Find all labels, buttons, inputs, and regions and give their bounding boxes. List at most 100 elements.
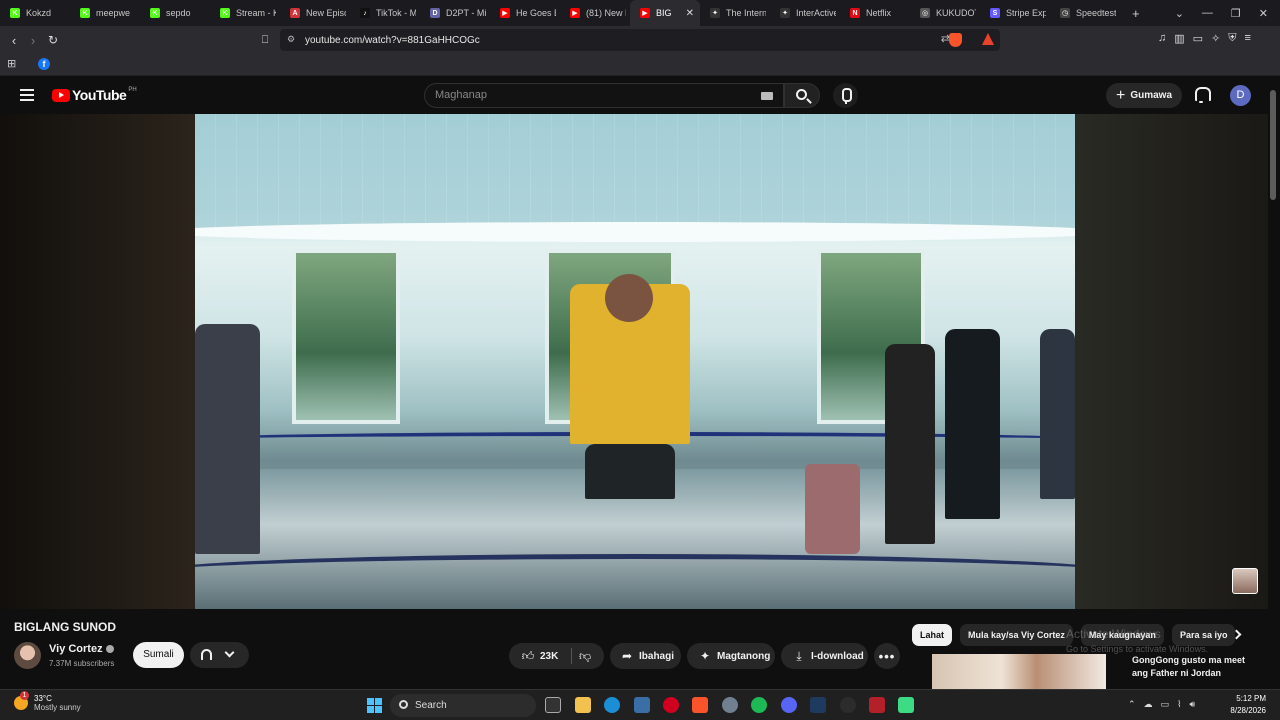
reload-icon[interactable]: ↻ <box>43 30 63 50</box>
tab-list-chevron-icon[interactable]: ⌄ <box>1175 7 1184 20</box>
ask-button[interactable]: ✦ Magtanong <box>687 643 775 669</box>
more-actions-button[interactable]: ••• <box>874 643 900 669</box>
browser-tab[interactable]: A New Episo <box>280 0 350 26</box>
tab-favicon-icon: K <box>150 8 160 18</box>
tab-title: KUKUDOT <box>936 8 976 18</box>
notifications-bell-icon[interactable] <box>1194 87 1211 103</box>
weather-widget[interactable]: 1 33°C Mostly sunny <box>14 691 81 712</box>
wallet-icon[interactable]: ▭ <box>1193 32 1203 45</box>
browser-tab[interactable]: ♪ TikTok - M <box>350 0 420 26</box>
notepad-icon[interactable] <box>898 697 914 713</box>
temperature: 33°C <box>34 694 52 703</box>
url-text: youtube.com/watch?v=881GaHHCOGc <box>305 34 480 46</box>
browser-tab[interactable]: ▶ He Goes B <box>490 0 560 26</box>
store-icon[interactable] <box>634 697 650 713</box>
spotify-icon[interactable] <box>751 697 767 713</box>
video-person-right-2 <box>945 329 1000 519</box>
brave-shield-icon[interactable] <box>949 33 962 47</box>
site-info-icon[interactable]: ⚙ <box>287 34 295 45</box>
new-tab-plus-icon[interactable]: + <box>1132 6 1140 21</box>
brave-rewards-icon[interactable] <box>982 33 994 45</box>
channel-name[interactable]: Viy Cortez <box>49 643 114 655</box>
download-button[interactable]: ⤓ I-download <box>781 643 868 669</box>
video-frame[interactable] <box>195 114 1075 609</box>
thumbs-down-icon[interactable]: 👎︎ <box>579 649 591 664</box>
vscode-icon[interactable] <box>810 697 826 713</box>
browser-tab[interactable]: ▶ (81) New F <box>560 0 630 26</box>
volume-icon[interactable]: 🔊︎ <box>1189 699 1195 710</box>
recommended-video-thumbnail[interactable] <box>932 654 1106 689</box>
sidebar-toggle-icon[interactable]: ▥ <box>1174 32 1184 45</box>
close-tab-icon[interactable]: ✕ <box>686 8 694 19</box>
vpn-icon[interactable]: ⛨ <box>1228 32 1236 45</box>
filter-chip[interactable]: Lahat <box>912 624 953 646</box>
dota-icon[interactable] <box>869 697 885 713</box>
keyboard-icon[interactable] <box>761 92 773 100</box>
search-input[interactable]: Maghanap <box>424 83 784 108</box>
channel-avatar[interactable] <box>14 642 41 669</box>
subscription-bell-button[interactable] <box>190 642 249 668</box>
leo-ai-icon[interactable]: ✧ <box>1211 32 1220 45</box>
voice-search-mic-icon[interactable] <box>833 83 858 108</box>
player-channel-watermark[interactable] <box>1232 568 1258 594</box>
video-person-shorts <box>585 444 675 499</box>
forward-arrow-icon[interactable]: › <box>23 30 43 50</box>
thumbs-up-icon[interactable]: 👍︎ <box>521 649 535 664</box>
tab-favicon-icon: ◎ <box>920 8 930 18</box>
task-view-icon[interactable] <box>545 697 561 713</box>
page-scrollbar-thumb[interactable] <box>1270 90 1276 200</box>
browser-tab[interactable]: ✦ InterActive <box>770 0 840 26</box>
browser-tab[interactable]: Ksepdo <box>140 0 210 26</box>
create-button[interactable]: + Gumawa <box>1106 83 1182 108</box>
join-button[interactable]: Sumali <box>133 642 184 668</box>
file-explorer-icon[interactable] <box>575 697 591 713</box>
taskbar-search-label: Search <box>415 700 447 711</box>
minimize-icon[interactable]: — <box>1202 7 1213 19</box>
youtube-logo[interactable]: YouTube PH <box>52 87 137 103</box>
tray-overflow-chevron-icon[interactable]: ⌃ <box>1128 699 1136 710</box>
opera-icon[interactable] <box>663 697 679 713</box>
browser-tab[interactable]: S Stripe Exp <box>980 0 1050 26</box>
browser-tab[interactable]: K Stream - K <box>210 0 280 26</box>
network-icon[interactable]: ☁ <box>1144 699 1153 710</box>
tab-favicon-icon: ✦ <box>780 8 790 18</box>
share-button[interactable]: ➦ Ibahagi <box>610 643 681 669</box>
tab-title: He Goes B <box>516 8 556 18</box>
browser-tab[interactable]: D D2PT - Mi <box>420 0 490 26</box>
taskbar-search[interactable]: Search <box>390 694 536 717</box>
url-field[interactable]: ⚙ youtube.com/watch?v=881GaHHCOGc ⇄ <box>280 29 1000 51</box>
close-window-icon[interactable]: ✕ <box>1259 7 1268 20</box>
media-icon[interactable]: ♫ <box>1158 32 1166 45</box>
menu-hamburger-icon[interactable] <box>20 89 34 101</box>
browser-tab[interactable]: ✦ The Intern <box>700 0 770 26</box>
wifi-icon[interactable]: ⌇ <box>1177 699 1181 710</box>
settings-gear-icon[interactable] <box>722 697 738 713</box>
browser-tab[interactable]: K Kokzd <box>0 0 70 26</box>
browser-tab[interactable]: Kmeepwe <box>70 0 140 26</box>
like-count[interactable]: 23K <box>540 651 558 662</box>
facebook-bookmark-icon[interactable]: f <box>38 58 50 70</box>
display-icon[interactable]: ▭ <box>1161 699 1170 710</box>
clock[interactable]: 5:12 PM 8/28/2026 <box>1230 693 1266 717</box>
start-windows-icon[interactable] <box>367 698 382 713</box>
browser-tab[interactable]: ◎ KUKUDOT <box>910 0 980 26</box>
menu-icon[interactable]: ≡ <box>1245 32 1251 45</box>
browser-tab[interactable]: ▶ BIG ✕ <box>630 0 700 26</box>
filter-chip[interactable]: Mula kay/sa Viy Cortez <box>960 624 1073 646</box>
browser-tab[interactable]: N Netflix <box>840 0 910 26</box>
video-player[interactable] <box>0 114 1268 609</box>
back-arrow-icon[interactable]: ‹ <box>4 30 24 50</box>
brave-icon[interactable] <box>692 697 708 713</box>
restore-icon[interactable]: ❐ <box>1231 7 1241 20</box>
player-letterbox-left <box>0 114 195 609</box>
browser-tab[interactable]: ◷ Speedtest <box>1050 0 1120 26</box>
bookmark-icon[interactable]: ⎕ <box>255 30 275 50</box>
search-button[interactable] <box>784 83 820 108</box>
account-avatar[interactable]: D <box>1230 85 1251 106</box>
recommended-video-title[interactable]: GongGong gusto ma meet ang Father ni Jor… <box>1132 654 1262 680</box>
apps-grid-icon[interactable]: ⊞ <box>7 57 16 70</box>
edge-icon[interactable] <box>604 697 620 713</box>
discord-icon[interactable] <box>781 697 797 713</box>
app-icon[interactable] <box>840 697 856 713</box>
tab-favicon-icon: A <box>290 8 300 18</box>
